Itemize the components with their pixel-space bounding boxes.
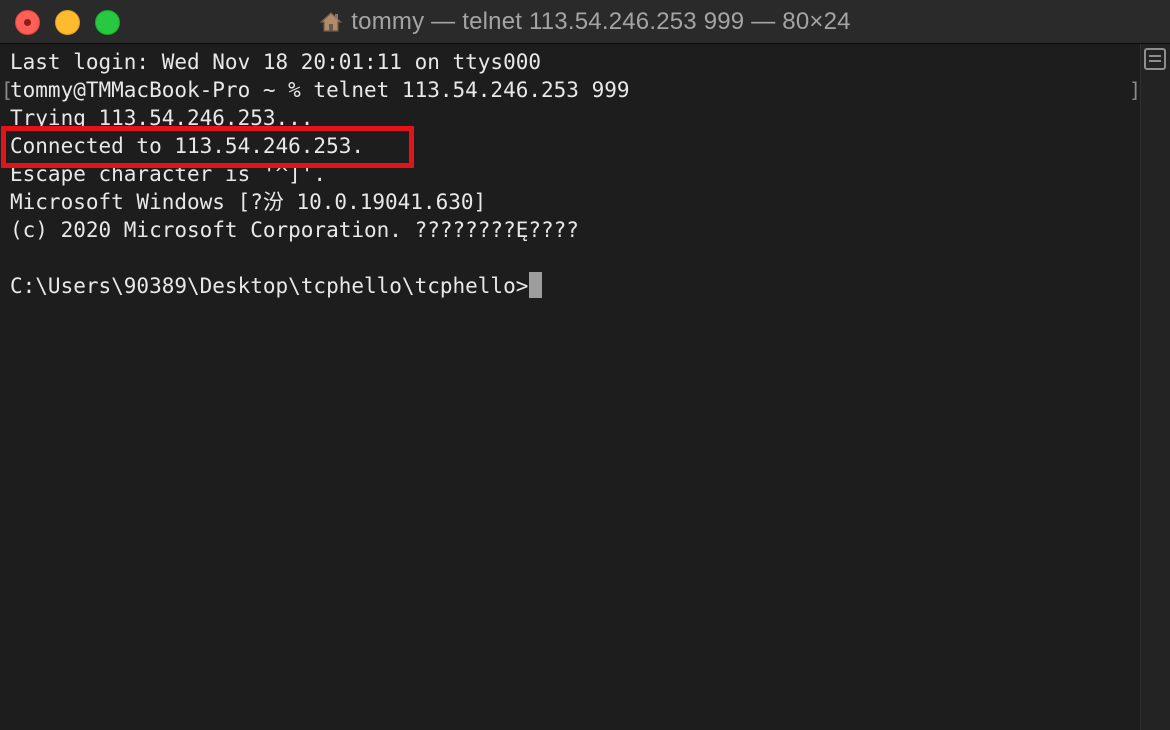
terminal-window: tommy — telnet 113.54.246.253 999 — 80×2… (0, 0, 1170, 730)
terminal-output[interactable]: Last login: Wed Nov 18 20:01:11 on ttys0… (0, 44, 1140, 730)
terminal-line: Microsoft Windows [?汾 10.0.19041.630] (10, 190, 487, 214)
terminal-line: tommy@TMMacBook-Pro ~ % telnet 113.54.24… (10, 78, 630, 102)
terminal-line: Connected to 113.54.246.253. (10, 134, 365, 158)
mark-bracket-right: ] (1129, 78, 1140, 102)
scrollbar-toggle-icon[interactable] (1144, 48, 1166, 70)
terminal-line: Escape character is '^]'. (10, 162, 327, 186)
terminal-line: Last login: Wed Nov 18 20:01:11 on ttys0… (10, 50, 542, 74)
scrollbar[interactable] (1140, 44, 1170, 730)
text-cursor (529, 272, 543, 298)
terminal-prompt-line: C:\Users\90389\Desktop\tcphello\tcphello… (10, 272, 543, 300)
terminal-line: (c) 2020 Microsoft Corporation. ????????… (10, 218, 579, 242)
window-title: tommy — telnet 113.54.246.253 999 — 80×2… (0, 0, 1170, 44)
terminal-line: Trying 113.54.246.253... (10, 106, 314, 130)
title-bar[interactable]: tommy — telnet 113.54.246.253 999 — 80×2… (0, 0, 1170, 44)
terminal-prompt: C:\Users\90389\Desktop\tcphello\tcphello… (10, 274, 529, 298)
window-title-text: tommy — telnet 113.54.246.253 999 — 80×2… (351, 8, 851, 35)
home-icon (319, 12, 343, 32)
